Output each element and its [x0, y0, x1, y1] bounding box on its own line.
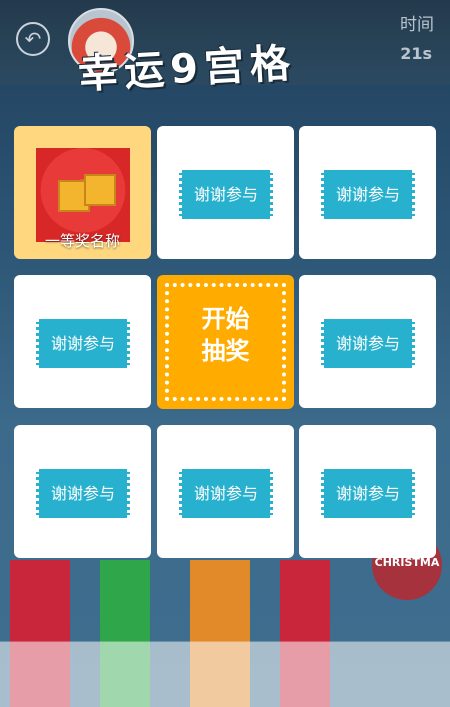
- gift-icon: [84, 174, 116, 206]
- grid-cell[interactable]: 谢谢参与: [157, 425, 294, 558]
- grid-cell[interactable]: 谢谢参与: [14, 275, 151, 408]
- grid-cell[interactable]: 谢谢参与: [299, 126, 436, 259]
- time-label: 时间: [400, 15, 434, 35]
- start-lottery-label: 开始 抽奖: [157, 303, 294, 367]
- prize-name: 一等奖名称: [44, 232, 120, 250]
- start-line-2: 抽奖: [201, 337, 250, 365]
- grid-cell[interactable]: 谢谢参与: [157, 126, 294, 259]
- ticket-label: 谢谢参与: [321, 469, 415, 518]
- start-line-1: 开始: [201, 305, 250, 333]
- prize-image: [36, 148, 130, 242]
- ticket-label: 谢谢参与: [179, 170, 273, 219]
- grid-cell[interactable]: 谢谢参与: [299, 275, 436, 408]
- grid-cell[interactable]: 谢谢参与: [14, 425, 151, 558]
- ticket-label: 谢谢参与: [179, 469, 273, 518]
- lottery-grid: 一等奖名称 谢谢参与 谢谢参与 谢谢参与 开始 抽奖 谢谢参与 谢谢参与 谢谢参…: [14, 126, 436, 560]
- ticket-label: 谢谢参与: [36, 319, 130, 368]
- ticket-label: 谢谢参与: [321, 170, 415, 219]
- back-icon[interactable]: ↶: [16, 22, 50, 56]
- prize-cell-first[interactable]: 一等奖名称: [14, 126, 151, 259]
- start-lottery-button[interactable]: 开始 抽奖: [157, 275, 294, 409]
- time-value: 21s: [400, 44, 432, 63]
- ticket-label: 谢谢参与: [321, 319, 415, 368]
- grid-cell[interactable]: 谢谢参与: [299, 425, 436, 558]
- ticket-label: 谢谢参与: [36, 469, 130, 518]
